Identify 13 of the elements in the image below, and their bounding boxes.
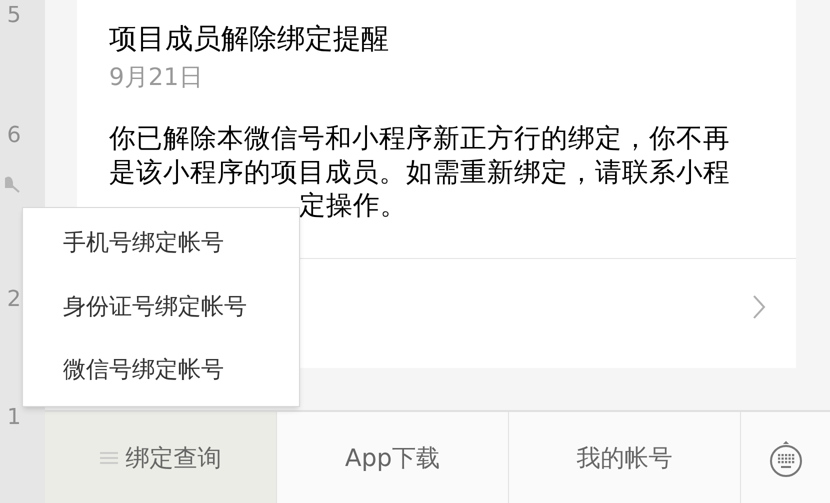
popup-menu-item[interactable]: 手机号绑定帐号 — [23, 212, 299, 276]
message-body: 你已解除本微信号和小程序新正方行的绑定，你不再是该小程序的项目成员。如需重新绑定，请联系小程 — [109, 122, 731, 189]
popup-menu-item[interactable]: 微信号绑定帐号 — [23, 338, 299, 402]
message-date: 9月21日 — [109, 62, 204, 93]
popup-menu-item[interactable]: 身份证号绑定帐号 — [23, 275, 299, 339]
chat-time: 1 — [7, 404, 21, 432]
chevron-right-icon[interactable] — [752, 294, 766, 320]
menu-bar-button[interactable]: 绑定查询 — [45, 412, 277, 503]
message-body-tail: 定操作。 — [299, 190, 407, 221]
chat-time: 6 — [7, 122, 21, 150]
chat-time: 5 — [7, 2, 21, 30]
message-title: 项目成员解除绑定提醒 — [109, 21, 390, 57]
chat-time: 2 — [7, 286, 21, 314]
